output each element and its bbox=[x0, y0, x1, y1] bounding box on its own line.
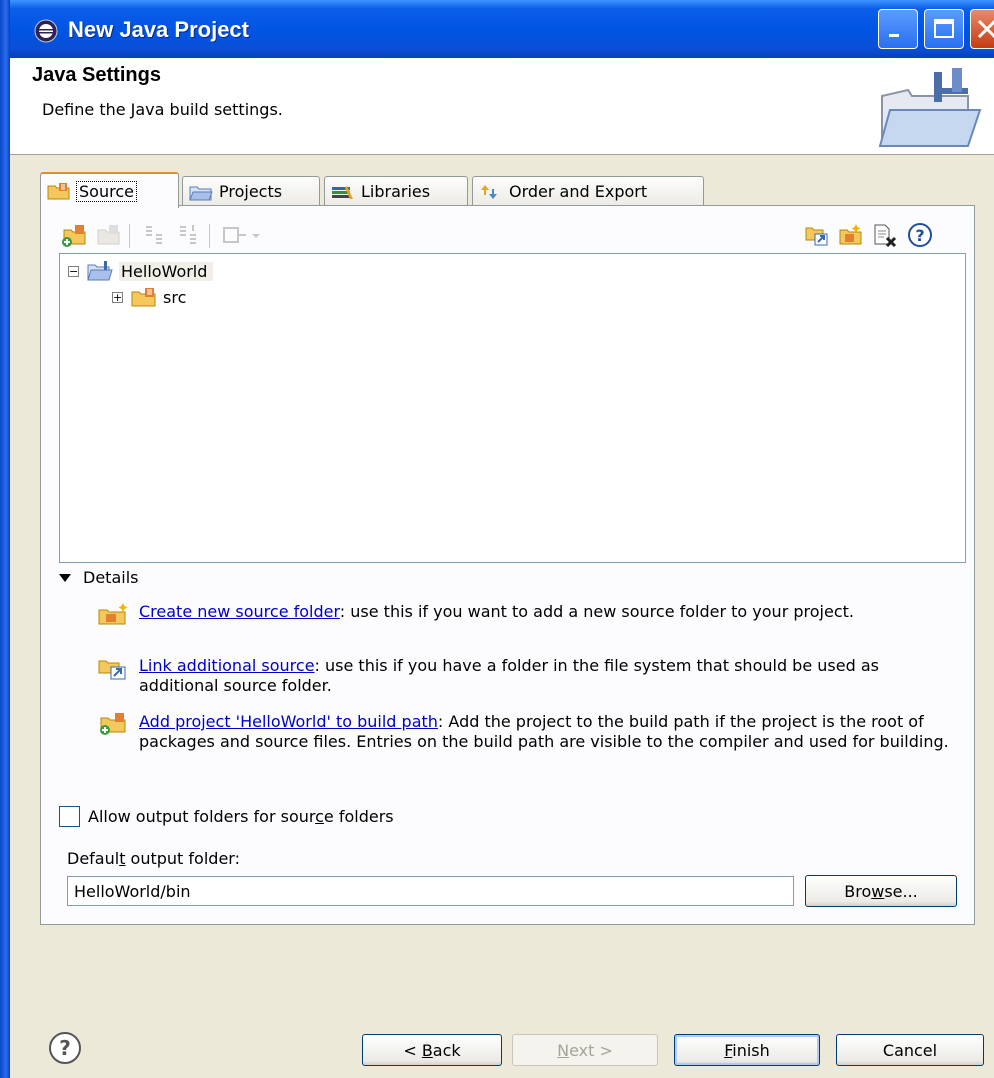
create-source-folder-link[interactable]: Create new source folder bbox=[139, 602, 340, 621]
projects-icon bbox=[189, 186, 213, 200]
source-tab-panel: ? − HelloWorld + src Details Create new … bbox=[40, 205, 975, 925]
tree-label-project: HelloWorld bbox=[119, 261, 214, 281]
source-tree[interactable]: − HelloWorld + src bbox=[59, 253, 966, 563]
link-additional-source-link[interactable]: Link additional source bbox=[139, 656, 315, 675]
exclusion-button[interactable] bbox=[139, 220, 169, 250]
toolbar-separator bbox=[129, 224, 130, 248]
tab-projects[interactable]: Projects bbox=[182, 176, 320, 206]
remove-folder-button[interactable] bbox=[93, 220, 123, 250]
link-source-icon bbox=[805, 227, 828, 246]
finish-button[interactable]: Finish bbox=[674, 1034, 820, 1066]
close-button[interactable] bbox=[970, 9, 994, 49]
collapse-toggle[interactable]: − bbox=[68, 265, 79, 277]
tab-order-export-label: Order and Export bbox=[509, 182, 648, 201]
remove-folder-icon bbox=[97, 225, 120, 245]
tab-libraries-label: Libraries bbox=[361, 182, 431, 201]
dialog-window: New Java Project Java Settings Define th… bbox=[0, 0, 994, 1078]
toolbar-separator bbox=[209, 224, 210, 248]
next-button[interactable]: Next > bbox=[512, 1034, 658, 1066]
tab-projects-label: Projects bbox=[219, 182, 283, 201]
project-icon bbox=[87, 261, 113, 281]
source-folder-icon bbox=[47, 183, 70, 200]
cancel-button[interactable]: Cancel bbox=[836, 1034, 984, 1066]
maximize-icon bbox=[934, 19, 954, 38]
configure-icon bbox=[223, 227, 260, 243]
help-icon: ? bbox=[908, 223, 932, 247]
inclusion-button[interactable] bbox=[173, 220, 203, 250]
minimize-icon bbox=[889, 34, 899, 37]
link-source-button[interactable] bbox=[801, 220, 831, 250]
tree-label-src: src bbox=[163, 287, 187, 307]
source-toolbar: ? bbox=[59, 220, 959, 252]
allow-output-folders-checkbox[interactable] bbox=[59, 806, 80, 827]
detail-item-create-folder: Create new source folder: use this if yo… bbox=[97, 602, 957, 646]
maximize-button[interactable] bbox=[924, 9, 964, 49]
add-folder-button[interactable] bbox=[59, 220, 89, 250]
add-folder-icon bbox=[62, 225, 86, 247]
allow-output-folders-label: Allow output folders for source folders bbox=[88, 807, 394, 826]
order-export-icon bbox=[481, 184, 497, 199]
tree-row-project[interactable]: − HelloWorld bbox=[68, 258, 214, 284]
help-button[interactable]: ? bbox=[905, 220, 935, 250]
output-folder-label: Default output folder: bbox=[67, 849, 240, 868]
detail-item-add-project: Add project 'HelloWorld' to build path: … bbox=[97, 712, 957, 776]
configure-button[interactable] bbox=[219, 220, 263, 250]
page-description: Define the Java build settings. bbox=[42, 100, 283, 119]
back-button[interactable]: < Back bbox=[362, 1034, 502, 1066]
title-bar[interactable]: New Java Project bbox=[10, 0, 994, 58]
add-folder-icon bbox=[100, 713, 126, 735]
help-icon[interactable]: ? bbox=[48, 1031, 82, 1065]
help-glyph: ? bbox=[59, 1036, 71, 1060]
clear-button[interactable] bbox=[869, 220, 899, 250]
window-border bbox=[0, 0, 10, 1078]
details-label: Details bbox=[83, 568, 139, 587]
libraries-icon bbox=[332, 185, 353, 199]
exclusion-icon bbox=[146, 226, 162, 244]
tab-source-label: Source bbox=[76, 180, 137, 202]
close-icon bbox=[977, 19, 994, 39]
tree-row-src[interactable]: + src bbox=[112, 284, 186, 310]
create-source-folder-text: : use this if you want to add a new sour… bbox=[339, 602, 854, 621]
wizard-header: Java Settings Define the Java build sett… bbox=[10, 58, 994, 155]
details-toggle[interactable]: Details bbox=[59, 568, 138, 587]
allow-output-folders-option[interactable]: Allow output folders for source folders bbox=[59, 806, 394, 827]
window-title: New Java Project bbox=[68, 17, 249, 42]
browse-button[interactable]: Browse... bbox=[805, 875, 957, 907]
collapse-triangle-icon bbox=[59, 573, 71, 582]
tab-source[interactable]: Source bbox=[40, 172, 179, 208]
clear-icon bbox=[874, 224, 897, 248]
inclusion-icon bbox=[180, 225, 196, 244]
project-folder-icon bbox=[878, 68, 982, 147]
expand-toggle[interactable]: + bbox=[112, 291, 123, 303]
detail-item-link-source: Link additional source: use this if you … bbox=[97, 656, 957, 700]
new-source-folder-button[interactable] bbox=[835, 220, 865, 250]
page-title: Java Settings bbox=[32, 64, 161, 86]
tab-order-export[interactable]: Order and Export bbox=[472, 176, 704, 206]
add-project-to-build-path-link[interactable]: Add project 'HelloWorld' to build path bbox=[139, 712, 438, 731]
new-source-folder-icon bbox=[98, 603, 128, 625]
new-source-folder-icon bbox=[839, 224, 862, 245]
output-folder-input[interactable] bbox=[67, 876, 794, 906]
eclipse-icon bbox=[34, 19, 58, 43]
tab-libraries[interactable]: Libraries bbox=[324, 176, 468, 206]
link-source-icon bbox=[98, 660, 126, 680]
source-folder-icon bbox=[131, 288, 156, 307]
minimize-button[interactable] bbox=[878, 9, 918, 49]
help-glyph: ? bbox=[915, 226, 924, 245]
